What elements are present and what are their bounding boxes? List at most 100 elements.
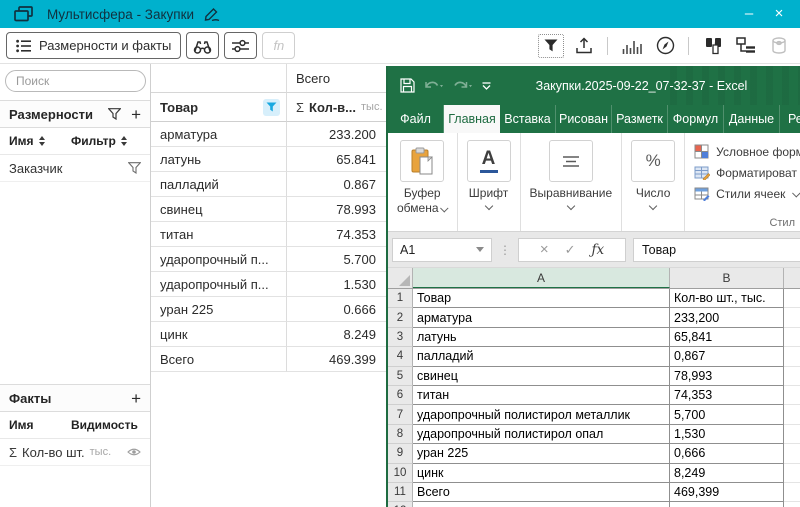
cell-a[interactable]: ударопрочный полистирол опал — [413, 425, 670, 444]
qat-customize-icon[interactable] — [482, 82, 491, 90]
enter-check-icon[interactable]: ✓ — [565, 242, 576, 258]
paste-button[interactable] — [400, 140, 444, 182]
sort-icon[interactable] — [39, 136, 45, 146]
cell-rest[interactable] — [784, 444, 800, 463]
search-values-button[interactable] — [186, 32, 219, 59]
ribbon-tab[interactable]: Формул — [668, 105, 724, 133]
cell-a[interactable]: Всего — [413, 483, 670, 502]
dimension-item-customer[interactable]: Заказчик — [0, 155, 150, 182]
row-number[interactable]: 10 — [388, 464, 413, 483]
row-number[interactable]: 5 — [388, 367, 413, 386]
ribbon-tab[interactable]: Рисован — [556, 105, 612, 133]
dimensions-filter-icon[interactable] — [108, 108, 121, 120]
item-filter-icon[interactable] — [128, 162, 141, 174]
navigation-compass-button[interactable] — [652, 34, 678, 58]
cell-a[interactable]: арматура — [413, 308, 670, 327]
row-number[interactable]: 1 — [388, 289, 413, 308]
ribbon-tab[interactable]: Главная — [444, 105, 500, 133]
cell-rest[interactable] — [784, 367, 800, 386]
cell-a[interactable]: ударопрочный полистирол металлик — [413, 405, 670, 424]
row-number[interactable]: 6 — [388, 386, 413, 405]
cell-a[interactable]: Товар — [413, 289, 670, 308]
cell-b[interactable]: 78,993 — [670, 367, 784, 386]
fact-item-quantity[interactable]: Σ Кол-во шт. тыс. — [0, 439, 150, 466]
cell-rest[interactable] — [784, 483, 800, 502]
add-dimension-button[interactable]: + — [131, 106, 141, 123]
row-number[interactable]: 2 — [388, 308, 413, 327]
pivot-row[interactable]: титан 74.353 — [151, 222, 386, 247]
cell-rest[interactable] — [784, 308, 800, 327]
cell-b[interactable]: 5,700 — [670, 405, 784, 424]
pivot-filter-icon[interactable] — [263, 99, 280, 116]
sort-icon[interactable] — [121, 136, 127, 146]
pivot-row[interactable]: уран 225 0.666 — [151, 297, 386, 322]
conditional-formatting-button[interactable]: Условное форм — [694, 141, 800, 162]
cell-b[interactable]: 74,353 — [670, 386, 784, 405]
pivot-row[interactable]: палладий 0.867 — [151, 172, 386, 197]
cell-b[interactable]: 233,200 — [670, 308, 784, 327]
filter-selection-button[interactable] — [538, 34, 564, 58]
cancel-icon[interactable]: × — [540, 241, 549, 258]
font-button[interactable]: A — [467, 140, 511, 182]
add-fact-button[interactable]: + — [131, 390, 141, 407]
dimensions-facts-button[interactable]: Размерности и факты — [6, 32, 181, 59]
copy-sphere-button[interactable] — [700, 34, 726, 58]
facts-visibility-col[interactable]: Видимость — [71, 418, 138, 432]
row-number[interactable]: 7 — [388, 405, 413, 424]
pivot-row[interactable]: свинец 78.993 — [151, 197, 386, 222]
pivot-row[interactable]: арматура 233.200 — [151, 122, 386, 147]
ribbon-tab[interactable]: Вставка — [500, 105, 556, 133]
dimensions-name-col[interactable]: Имя — [9, 134, 34, 148]
cell-b[interactable]: 469,399 — [670, 483, 784, 502]
cell-a[interactable]: палладий — [413, 347, 670, 366]
cell-rest[interactable] — [784, 464, 800, 483]
ribbon-tab[interactable]: Рецензи — [780, 105, 800, 133]
facts-name-col[interactable]: Имя — [9, 418, 34, 432]
font-group[interactable]: A Шрифт — [458, 133, 521, 231]
pivot-row[interactable]: ударопрочный п... 1.530 — [151, 272, 386, 297]
insert-function-icon[interactable]: ƒx — [592, 242, 605, 258]
cell-b[interactable]: 1,530 — [670, 425, 784, 444]
cell-rest[interactable] — [784, 425, 800, 444]
cell-b[interactable]: 65,841 — [670, 328, 784, 347]
name-box[interactable]: A1 — [392, 238, 492, 262]
column-header-a[interactable]: A — [413, 268, 670, 288]
pivot-row[interactable]: латунь 65.841 — [151, 147, 386, 172]
number-group[interactable]: % Число — [622, 133, 685, 231]
row-number[interactable]: 4 — [388, 347, 413, 366]
column-header-b[interactable]: B — [670, 268, 784, 288]
format-as-table-button[interactable]: Форматироват — [694, 162, 797, 183]
minimize-button[interactable]: – — [734, 0, 764, 28]
row-number[interactable]: 8 — [388, 425, 413, 444]
structure-button[interactable] — [733, 34, 759, 58]
save-icon[interactable] — [400, 78, 415, 93]
cell-rest[interactable] — [784, 347, 800, 366]
cell-rest[interactable] — [784, 328, 800, 347]
alignment-group[interactable]: Выравнивание — [521, 133, 623, 231]
close-button[interactable]: × — [764, 0, 794, 28]
cell-a[interactable]: титан — [413, 386, 670, 405]
cell-styles-button[interactable]: Стили ячеек — [694, 183, 800, 204]
ribbon-tab[interactable]: Данные — [724, 105, 780, 133]
number-format-button[interactable]: % — [631, 140, 675, 182]
pivot-total-column-header[interactable]: Всего — [287, 64, 386, 93]
cell-a[interactable]: цинк — [413, 464, 670, 483]
cell-a[interactable]: уран 225 — [413, 444, 670, 463]
cell-rest[interactable] — [784, 502, 800, 507]
cell-b[interactable]: 0,867 — [670, 347, 784, 366]
search-input[interactable] — [5, 70, 146, 92]
cell-rest[interactable] — [784, 405, 800, 424]
dimensions-filter-col[interactable]: Фильтр — [71, 134, 116, 148]
cell-b[interactable]: Кол-во шт., тыс. — [670, 289, 784, 308]
settings-sliders-button[interactable] — [224, 32, 257, 59]
row-number[interactable]: 12 — [388, 502, 413, 507]
pivot-row[interactable]: Всего 469.399 — [151, 347, 386, 372]
cell-b[interactable]: 8,249 — [670, 464, 784, 483]
ribbon-tab[interactable]: Разметк — [612, 105, 668, 133]
ribbon-tab[interactable]: Файл — [388, 105, 444, 133]
cell-a[interactable]: латунь — [413, 328, 670, 347]
row-number[interactable]: 9 — [388, 444, 413, 463]
clipboard-group[interactable]: Буфер обмена — [388, 133, 458, 231]
name-box-dropdown-icon[interactable] — [476, 247, 484, 252]
pivot-row-dimension-header[interactable]: Товар — [151, 93, 287, 122]
